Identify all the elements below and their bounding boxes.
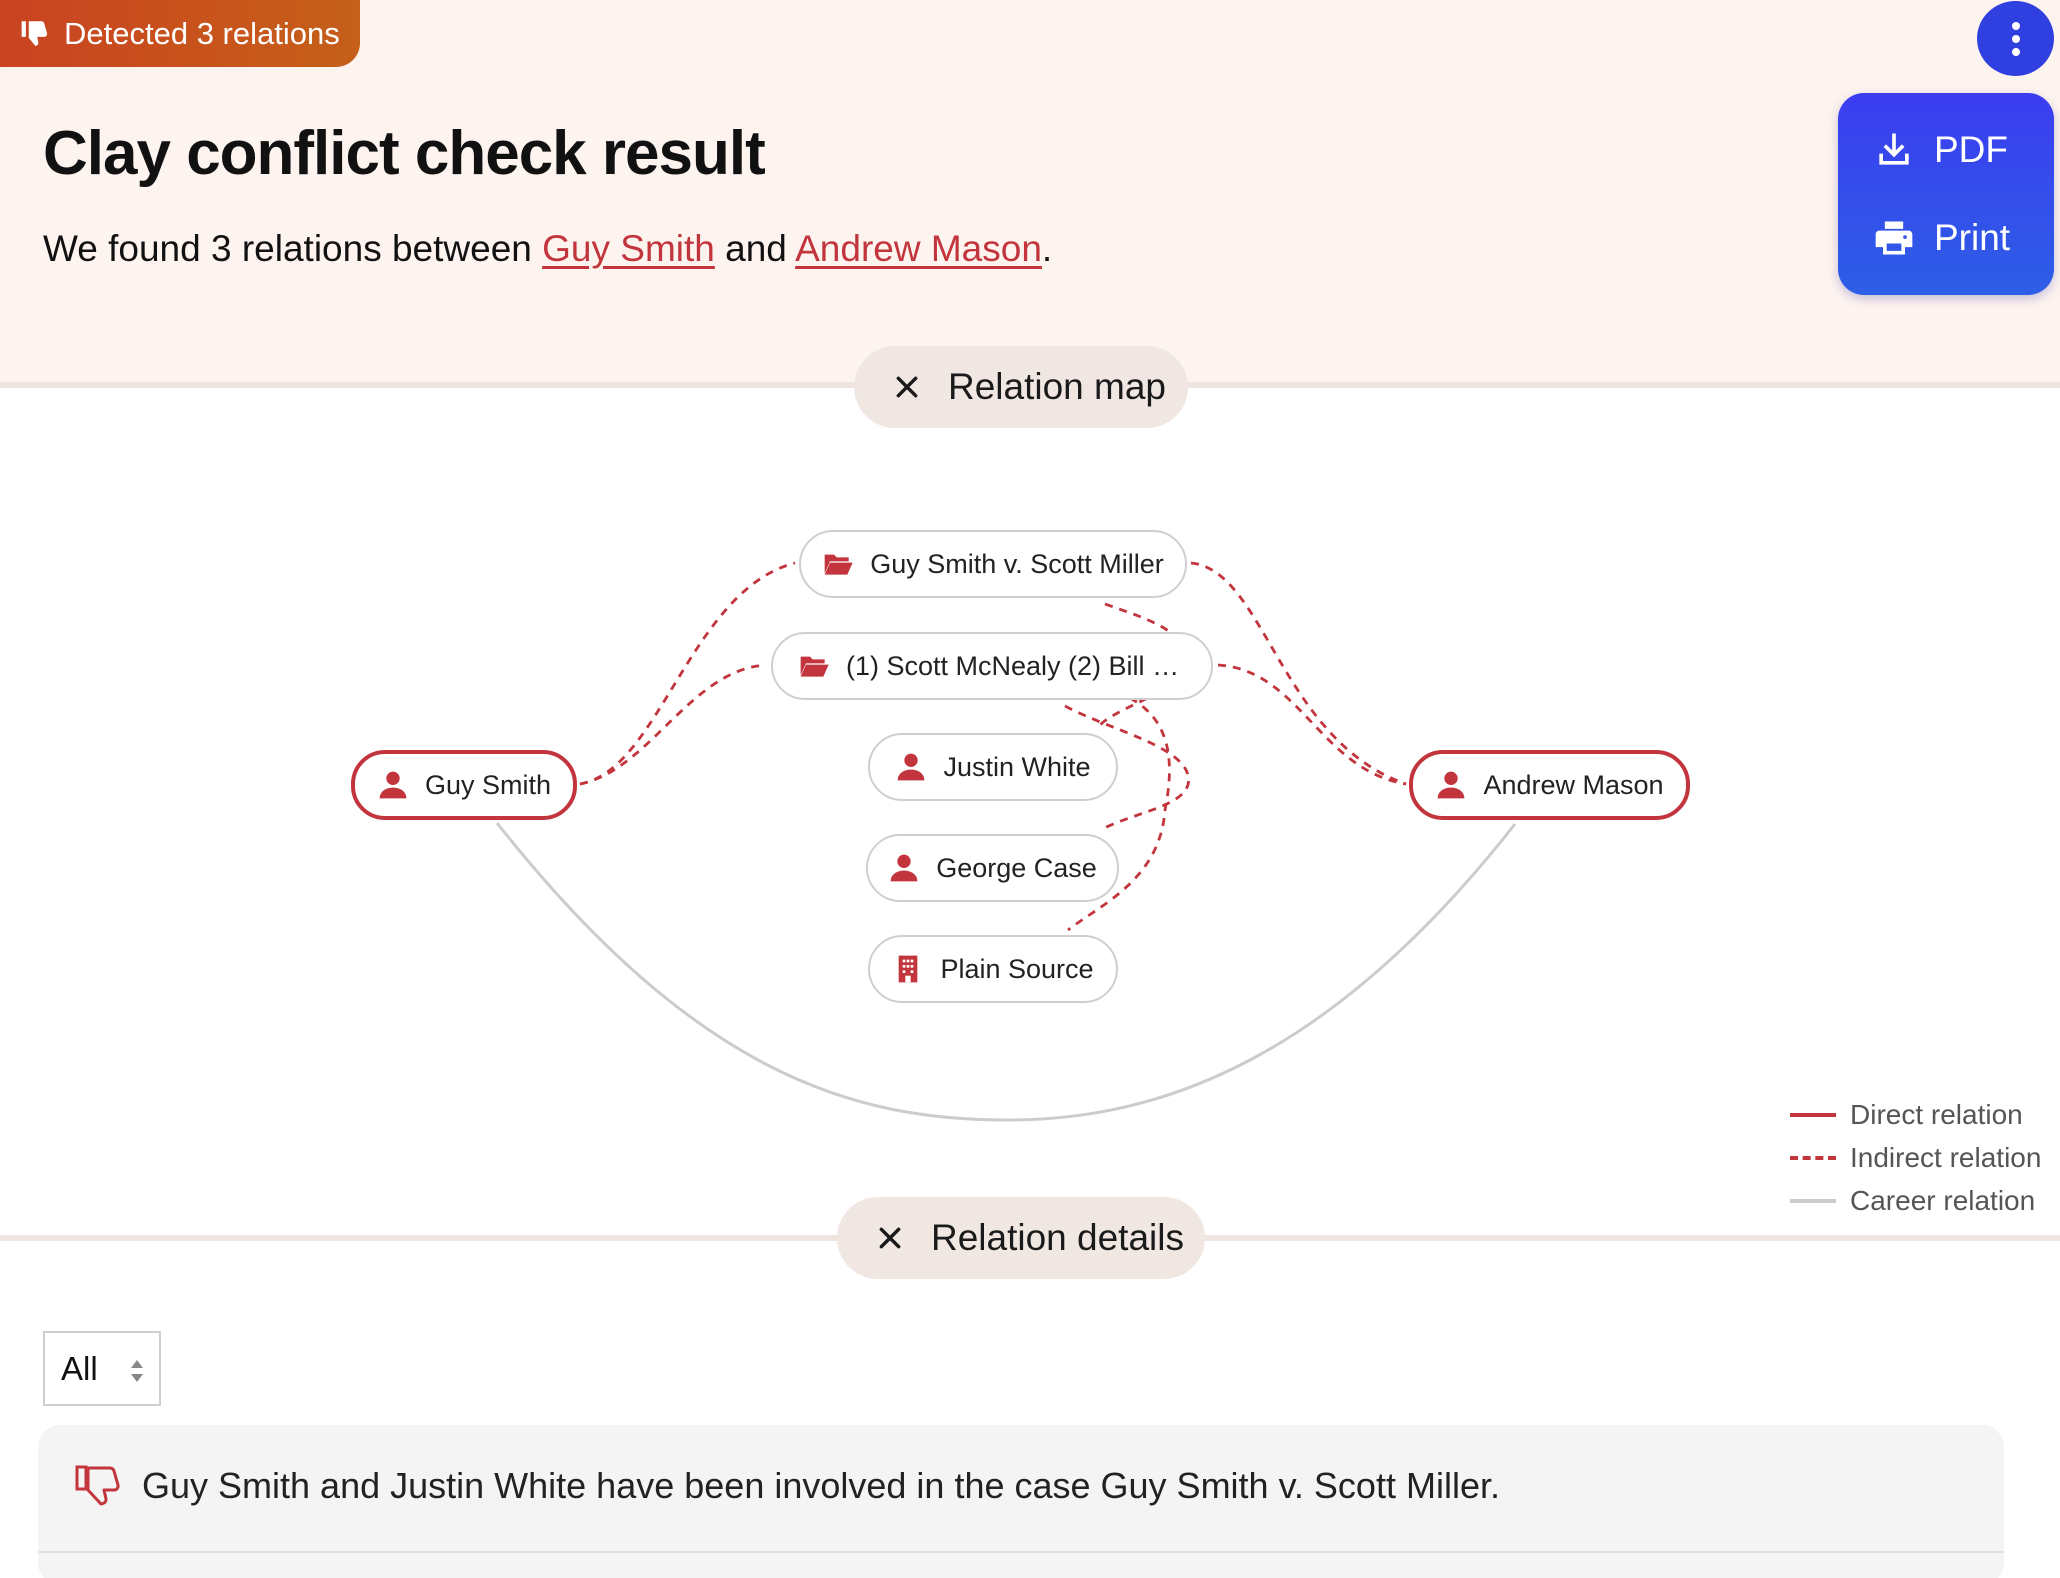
thumbs-down-icon bbox=[21, 20, 48, 46]
relation-map-label: Relation map bbox=[948, 366, 1167, 407]
relation-details-toggle[interactable]: Relation details bbox=[837, 1197, 1205, 1279]
filter-value: All bbox=[61, 1349, 98, 1387]
summary-mid: and bbox=[714, 228, 796, 269]
export-actions: PDF Print bbox=[1838, 93, 2054, 295]
pdf-label: PDF bbox=[1934, 129, 2008, 170]
indirect-relation-edge bbox=[1190, 561, 1407, 786]
party-a-link[interactable]: Guy Smith bbox=[542, 228, 715, 269]
summary-prefix: We found 3 relations between bbox=[43, 228, 543, 269]
relation-details-label: Relation details bbox=[931, 1217, 1184, 1258]
more-vertical-icon bbox=[2011, 21, 2020, 56]
summary-suffix: . bbox=[1041, 228, 1053, 269]
indirect-relation-edge bbox=[579, 561, 796, 786]
legend-direct: Direct relation bbox=[1790, 1093, 2041, 1136]
indirect-relation-edge bbox=[1217, 663, 1407, 786]
direct-relation-swatch bbox=[1790, 1112, 1836, 1117]
thumbs-down-icon bbox=[75, 1465, 120, 1506]
print-label: Print bbox=[1934, 217, 2011, 258]
node-label: George Case bbox=[936, 852, 1097, 883]
organization-node-plain-source[interactable]: Plain Source bbox=[868, 935, 1118, 1003]
person-node-george-case[interactable]: George Case bbox=[866, 834, 1119, 902]
relation-map-toggle[interactable]: Relation map bbox=[854, 346, 1188, 428]
party-node-andrew-mason[interactable]: Andrew Mason bbox=[1409, 750, 1690, 820]
relation-detail-card: Guy Smith and Justin White have been inv… bbox=[38, 1425, 2004, 1578]
node-label: Justin White bbox=[943, 751, 1091, 782]
person-icon bbox=[379, 771, 407, 799]
legend-label: Direct relation bbox=[1850, 1098, 2023, 1130]
close-icon bbox=[896, 376, 918, 398]
node-label: (1) Scott McNealy (2) Bill Joy bbox=[846, 650, 1186, 681]
relation-detail-item: Guy Smith and Justin White have been inv… bbox=[74, 1463, 1500, 1509]
person-icon bbox=[1438, 771, 1465, 799]
career-relation-swatch bbox=[1790, 1198, 1836, 1203]
relation-legend: Direct relation Indirect relation Career… bbox=[1790, 1093, 2041, 1222]
indirect-relation-edge bbox=[579, 663, 767, 786]
more-menu-button[interactable] bbox=[1977, 1, 2054, 76]
relation-filter-select[interactable]: All bbox=[43, 1331, 161, 1406]
detail-divider bbox=[38, 1551, 2004, 1553]
print-button[interactable]: Print bbox=[1838, 199, 2054, 277]
sort-arrows-icon bbox=[131, 1360, 143, 1382]
badge-label: Detected 3 relations bbox=[64, 15, 340, 51]
folder-open-icon bbox=[800, 656, 829, 677]
legend-career: Career relation bbox=[1790, 1179, 2041, 1222]
printer-icon bbox=[1875, 221, 1913, 255]
party-b-link[interactable]: Andrew Mason bbox=[795, 228, 1042, 269]
node-label: Plain Source bbox=[940, 953, 1094, 984]
party-node-guy-smith[interactable]: Guy Smith bbox=[351, 750, 577, 820]
folder-open-icon bbox=[824, 554, 853, 575]
legend-indirect: Indirect relation bbox=[1790, 1136, 2041, 1179]
person-icon bbox=[890, 854, 918, 882]
download-icon bbox=[1879, 133, 1909, 165]
page-title: Clay conflict check result bbox=[43, 119, 766, 188]
case-node-guy-smith-v-scott-miller[interactable]: Guy Smith v. Scott Miller bbox=[799, 530, 1187, 598]
person-node-justin-white[interactable]: Justin White bbox=[868, 733, 1118, 801]
person-icon bbox=[898, 753, 925, 781]
node-label: Andrew Mason bbox=[1483, 769, 1664, 800]
node-label: Guy Smith v. Scott Miller bbox=[870, 548, 1164, 579]
legend-label: Indirect relation bbox=[1850, 1141, 2042, 1173]
building-icon bbox=[899, 955, 918, 983]
node-label: Guy Smith bbox=[424, 769, 552, 800]
case-node-scott-mcnealy[interactable]: (1) Scott McNealy (2) Bill Joy bbox=[771, 632, 1213, 700]
summary-text: We found 3 relations between Guy Smith a… bbox=[43, 228, 1052, 270]
legend-label: Career relation bbox=[1850, 1184, 2036, 1216]
detected-relations-badge: Detected 3 relations bbox=[0, 0, 360, 67]
indirect-relation-swatch bbox=[1790, 1155, 1836, 1160]
relation-detail-text: Guy Smith and Justin White have been inv… bbox=[142, 1465, 1500, 1506]
pdf-button[interactable]: PDF bbox=[1838, 111, 2054, 189]
close-icon bbox=[879, 1227, 901, 1249]
